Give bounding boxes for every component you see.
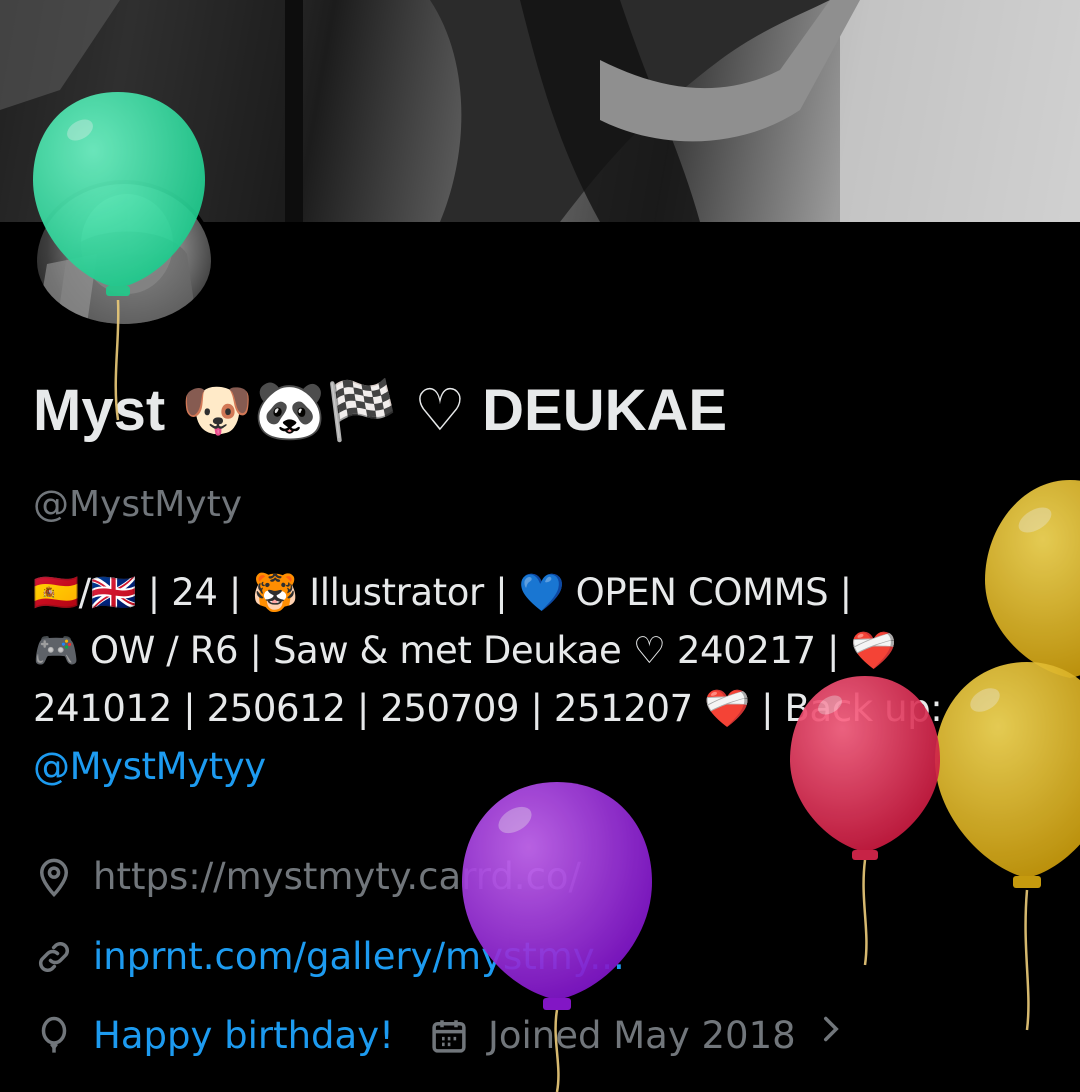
location-row: https://mystmyty.carrd.co/ [33, 852, 581, 902]
bio: 🇪🇸/🇬🇧 | 24 | 🐯 Illustrator | 💙 OPEN COMM… [33, 564, 1048, 796]
profile-meta-row: Happy birthday! Joined May 2018 [33, 1008, 844, 1063]
birthday-link[interactable]: Happy birthday! [93, 1011, 394, 1061]
chevron-right-icon[interactable] [818, 1008, 844, 1063]
avatar-photo [37, 194, 197, 324]
website-link[interactable]: inprnt.com/gallery/mystmy... [93, 932, 625, 982]
balloon-icon [33, 1015, 75, 1057]
user-handle: @MystMyty [33, 484, 243, 525]
calendar-icon [428, 1015, 470, 1057]
display-name: Myst 🐶🐼🏁 ♡ DEUKAE [33, 378, 728, 443]
location-text: https://mystmyty.carrd.co/ [93, 855, 582, 898]
bio-line: 241012 | 250612 | 250709 | 251207 ❤️‍🩹 |… [33, 687, 943, 730]
website-row: inprnt.com/gallery/mystmy... [33, 932, 625, 982]
bio-line: 🎮 OW / R6 | Saw & met Deukae ♡ 240217 | … [33, 629, 897, 672]
link-icon [33, 936, 75, 978]
location-pin-icon [33, 856, 75, 898]
joined-date: Joined May 2018 [487, 1013, 796, 1057]
bio-line: 🇪🇸/🇬🇧 | 24 | 🐯 Illustrator | 💙 OPEN COMM… [33, 571, 852, 614]
bio-mention-link[interactable]: @MystMytyy [33, 745, 266, 788]
